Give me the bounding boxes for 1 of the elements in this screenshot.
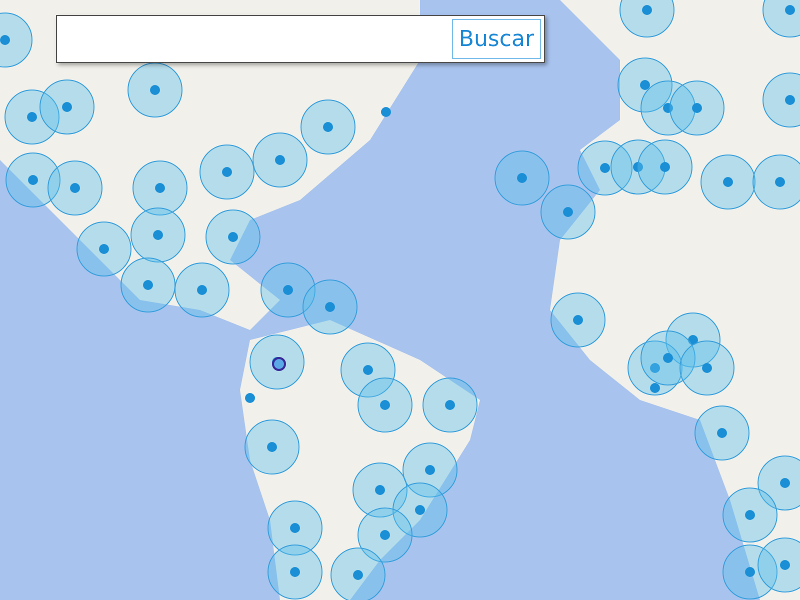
search-button[interactable]: Buscar <box>452 19 541 59</box>
